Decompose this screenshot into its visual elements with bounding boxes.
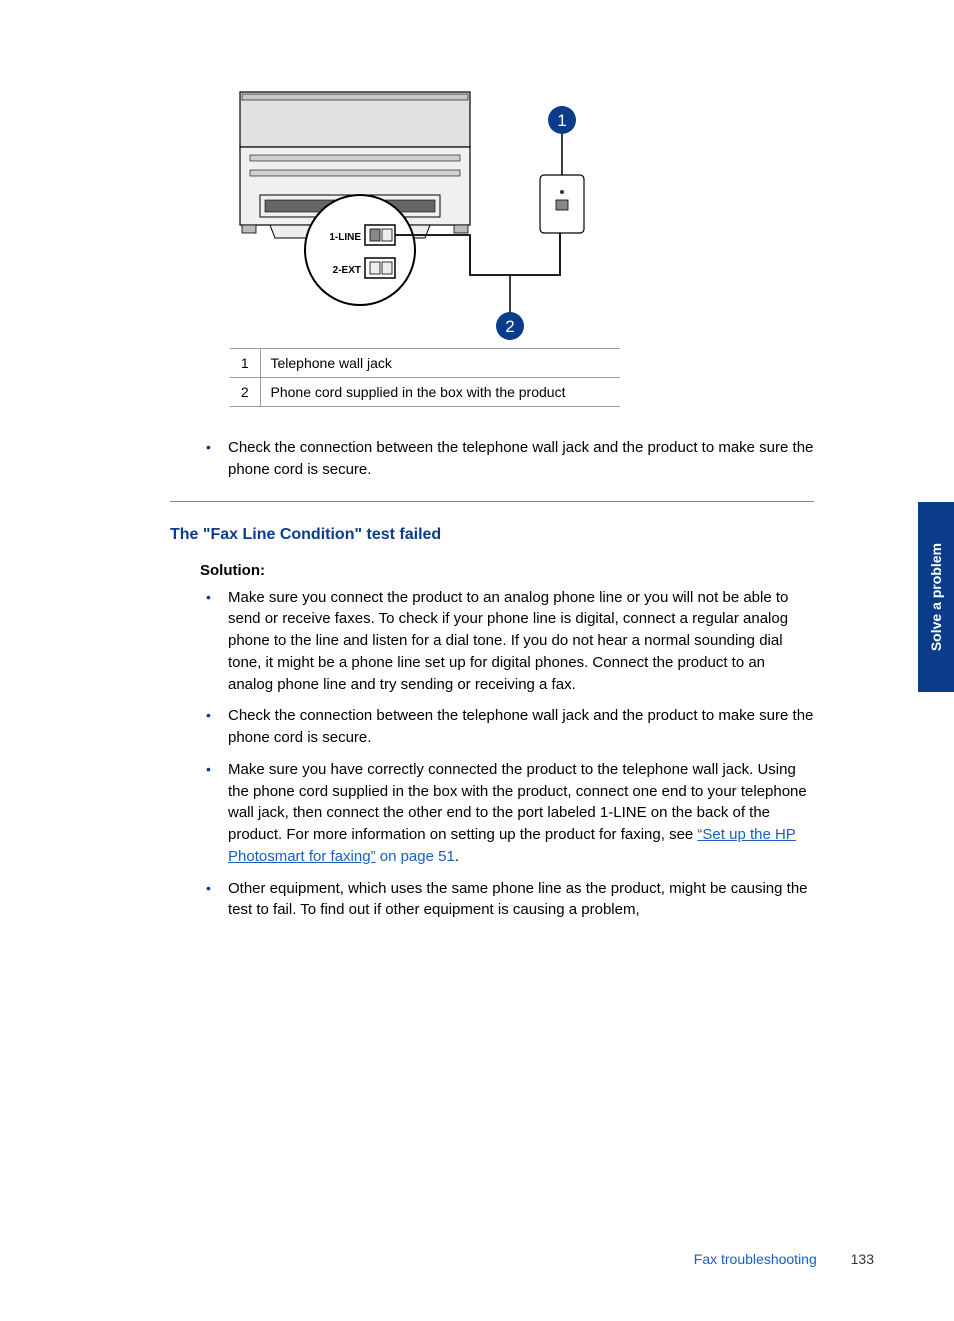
link-page-ref: on page 51	[376, 848, 455, 865]
footer-section: Fax troubleshooting	[694, 1251, 817, 1267]
solution-label: Solution:	[200, 562, 814, 579]
table-row: 1 Telephone wall jack	[230, 349, 620, 378]
page-footer: Fax troubleshooting 133	[694, 1251, 874, 1267]
legend-table: 1 Telephone wall jack 2 Phone cord suppl…	[230, 348, 620, 407]
solution-bullet-list: Make sure you connect the product to an …	[200, 587, 814, 922]
svg-text:1: 1	[557, 111, 566, 130]
legend-text: Telephone wall jack	[260, 349, 620, 378]
svg-text:1-LINE: 1-LINE	[329, 232, 361, 243]
section-heading: The "Fax Line Condition" test failed	[170, 526, 874, 544]
list-item: Check the connection between the telepho…	[200, 437, 814, 481]
table-row: 2 Phone cord supplied in the box with th…	[230, 378, 620, 407]
section-divider	[170, 501, 814, 502]
legend-text: Phone cord supplied in the box with the …	[260, 378, 620, 407]
svg-text:2-EXT: 2-EXT	[333, 265, 361, 276]
top-bullet-list: Check the connection between the telepho…	[200, 437, 814, 481]
list-item: Check the connection between the telepho…	[200, 705, 814, 749]
side-tab-label: Solve a problem	[928, 543, 944, 651]
list-item: Make sure you connect the product to an …	[200, 587, 814, 696]
side-tab: Solve a problem	[918, 502, 954, 692]
legend-num: 1	[230, 349, 260, 378]
bullet-text-end: .	[455, 848, 459, 865]
footer-page-number: 133	[851, 1251, 874, 1267]
list-item: Make sure you have correctly connected t…	[200, 759, 814, 868]
list-item: Other equipment, which uses the same pho…	[200, 878, 814, 922]
connection-diagram: 1-LINE 2-EXT 1 2	[230, 80, 610, 340]
svg-text:2: 2	[505, 317, 514, 336]
legend-num: 2	[230, 378, 260, 407]
